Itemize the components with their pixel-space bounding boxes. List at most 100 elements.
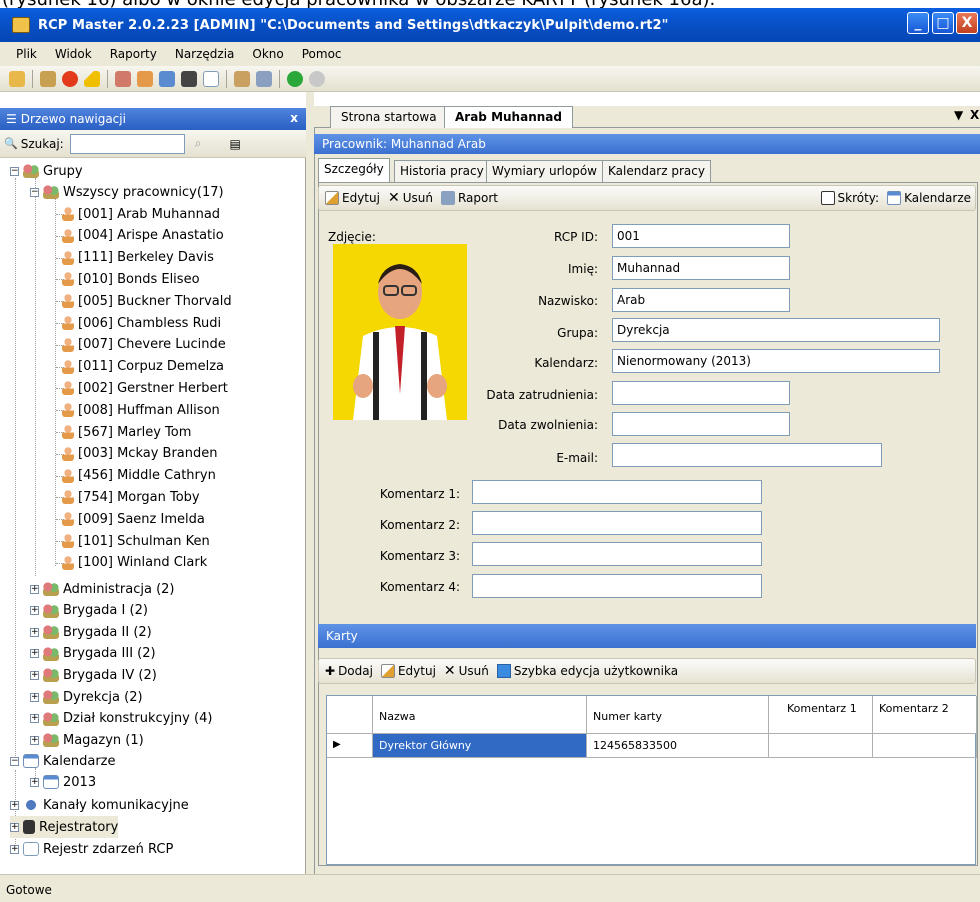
column-header-comment2[interactable]: Komentarz 2 bbox=[873, 696, 977, 734]
menu-okno[interactable]: Okno bbox=[243, 47, 292, 61]
expand-icon[interactable]: + bbox=[30, 735, 39, 745]
expand-icon[interactable]: + bbox=[30, 649, 39, 659]
tree-node-group[interactable]: + Brygada IV (2) bbox=[30, 664, 157, 686]
home-icon[interactable] bbox=[234, 70, 250, 87]
employee-photo[interactable] bbox=[333, 244, 467, 420]
column-header-name[interactable]: Nazwa bbox=[373, 696, 587, 734]
alert-icon[interactable] bbox=[62, 70, 78, 87]
delete-card-button[interactable]: ✕ Usuń bbox=[444, 663, 489, 679]
calendar-field[interactable]: Nienormowany (2013) bbox=[612, 349, 940, 373]
tree-node-employee[interactable]: [003] Mckay Branden bbox=[56, 443, 218, 465]
tree-node-group[interactable]: + Brygada II (2) bbox=[30, 621, 152, 643]
tree-node-recorders[interactable]: + Rejestratory bbox=[10, 816, 119, 838]
menu-pomoc[interactable]: Pomoc bbox=[293, 47, 351, 61]
close-panel-button[interactable]: x bbox=[290, 111, 298, 125]
warning-icon[interactable] bbox=[84, 70, 100, 87]
tree-icon[interactable] bbox=[256, 70, 272, 87]
find-button[interactable]: ⌕ bbox=[195, 136, 202, 151]
search-input[interactable] bbox=[69, 133, 185, 154]
minimize-button[interactable]: _ bbox=[907, 12, 929, 34]
rcp-id-field[interactable]: 001 bbox=[612, 224, 790, 248]
collapse-icon[interactable]: − bbox=[10, 166, 19, 176]
tree-node-group[interactable]: + Brygada I (2) bbox=[30, 600, 148, 622]
tree-node-employee[interactable]: [456] Middle Cathryn bbox=[56, 465, 216, 487]
tree-node-employee[interactable]: [002] Gerstner Herbert bbox=[56, 377, 228, 399]
table-cell-comment2[interactable] bbox=[873, 734, 977, 758]
hire-date-field[interactable] bbox=[612, 381, 790, 405]
tree-node-employee[interactable]: [111] Berkeley Davis bbox=[56, 247, 214, 269]
expand-icon[interactable]: + bbox=[30, 692, 39, 702]
expand-icon[interactable]: + bbox=[10, 844, 19, 854]
expand-icon[interactable]: + bbox=[30, 670, 39, 680]
expand-icon[interactable]: + bbox=[10, 800, 19, 810]
table-cell-comment1[interactable] bbox=[769, 734, 873, 758]
tab-employee[interactable]: Arab Muhannad bbox=[444, 106, 573, 129]
tree-node-employee[interactable]: [101] Schulman Ken bbox=[56, 530, 210, 552]
open-folder-icon[interactable] bbox=[9, 70, 25, 87]
tree-node-employee[interactable]: [008] Huffman Allison bbox=[56, 399, 220, 421]
shortcuts-button[interactable]: Skróty: bbox=[820, 191, 879, 205]
expand-icon[interactable]: + bbox=[30, 714, 39, 724]
menu-narzedzia[interactable]: Narzędzia bbox=[166, 47, 244, 61]
edit-button[interactable]: Edytuj bbox=[325, 191, 380, 205]
delete-button[interactable]: ✕ Usuń bbox=[388, 190, 433, 206]
group-field[interactable]: Dyrekcja bbox=[612, 318, 940, 342]
menu-raporty[interactable]: Raporty bbox=[101, 47, 166, 61]
tree-node-channels[interactable]: + Kanały komunikacyjne bbox=[10, 794, 189, 816]
panel-splitter[interactable] bbox=[306, 92, 314, 874]
report-button[interactable]: Raport bbox=[440, 191, 498, 205]
tree-node-employee[interactable]: [011] Corpuz Demelza bbox=[56, 356, 224, 378]
quick-edit-button[interactable]: Szybka edycja użytkownika bbox=[496, 664, 678, 678]
tree-node-employee[interactable]: [009] Saenz Imelda bbox=[56, 508, 205, 530]
tab-list-button[interactable]: ▼ bbox=[954, 108, 963, 122]
tree-node-employee[interactable]: [007] Chevere Lucinde bbox=[56, 334, 226, 356]
event-log-icon[interactable] bbox=[203, 70, 219, 87]
find-next-button[interactable]: ▤ bbox=[229, 137, 240, 151]
tree-node-group[interactable]: + Dział konstrukcyjny (4) bbox=[30, 708, 212, 730]
tree-node-calendars[interactable]: − Kalendarze bbox=[10, 750, 116, 772]
comment1-field[interactable] bbox=[472, 480, 762, 504]
collapse-icon[interactable]: − bbox=[10, 756, 19, 766]
expand-icon[interactable]: + bbox=[30, 777, 39, 787]
expand-icon[interactable]: + bbox=[30, 606, 39, 616]
tree-node-employee[interactable]: [567] Marley Tom bbox=[56, 421, 191, 443]
menu-plik[interactable]: Plik bbox=[0, 47, 46, 61]
tree-node-employee[interactable]: [004] Arispe Anastatio bbox=[56, 225, 224, 247]
tab-start-page[interactable]: Strona startowa bbox=[330, 106, 448, 128]
tab-work-calendar[interactable]: Kalendarz pracy bbox=[602, 160, 711, 182]
last-name-field[interactable]: Arab bbox=[612, 288, 790, 312]
maximize-button[interactable]: □ bbox=[932, 12, 954, 34]
tree-node-calendar-2013[interactable]: + 2013 bbox=[30, 771, 96, 793]
tree-node-group[interactable]: + Dyrekcja (2) bbox=[30, 686, 143, 708]
tree-node-employee[interactable]: [754] Morgan Toby bbox=[56, 486, 200, 508]
tree-node-groups[interactable]: − Grupy bbox=[10, 160, 83, 182]
expand-icon[interactable]: + bbox=[30, 584, 39, 594]
person-icon[interactable] bbox=[137, 70, 153, 87]
table-cell-card-number[interactable]: 124565833500 bbox=[587, 734, 769, 758]
email-field[interactable] bbox=[612, 443, 882, 467]
comment3-field[interactable] bbox=[472, 542, 762, 566]
expand-icon[interactable]: + bbox=[30, 627, 39, 637]
edit-card-button[interactable]: Edytuj bbox=[380, 664, 436, 678]
tree-node-employee[interactable]: [005] Buckner Thorvald bbox=[56, 290, 232, 312]
back-icon[interactable] bbox=[287, 70, 303, 87]
column-header-comment1[interactable]: Komentarz 1 bbox=[769, 696, 873, 734]
reader-icon[interactable] bbox=[40, 70, 56, 87]
release-date-field[interactable] bbox=[612, 412, 790, 436]
tree-node-employee[interactable]: [100] Winland Clark bbox=[56, 552, 207, 574]
tree-node-employee[interactable]: [001] Arab Muhannad bbox=[56, 203, 220, 225]
tree-node-group[interactable]: + Magazyn (1) bbox=[30, 729, 144, 751]
recorder-icon[interactable] bbox=[181, 70, 197, 87]
forward-icon[interactable] bbox=[309, 70, 325, 87]
tree-node-employee[interactable]: [006] Chambless Rudi bbox=[56, 312, 221, 334]
collapse-icon[interactable]: − bbox=[30, 187, 39, 197]
tree-node-employee[interactable]: [010] Bonds Eliseo bbox=[56, 268, 200, 290]
first-name-field[interactable]: Muhannad bbox=[612, 256, 790, 280]
comment2-field[interactable] bbox=[472, 511, 762, 535]
tree-node-group[interactable]: + Administracja (2) bbox=[30, 578, 175, 600]
close-tab-button[interactable]: X bbox=[970, 108, 979, 122]
comment4-field[interactable] bbox=[472, 574, 762, 598]
tree-node-event-log[interactable]: + Rejestr zdarzeń RCP bbox=[10, 838, 173, 860]
table-cell-name[interactable]: Dyrektor Główny bbox=[373, 734, 587, 758]
tree-node-all-employees[interactable]: − Wszyscy pracownicy(17) bbox=[30, 181, 224, 203]
